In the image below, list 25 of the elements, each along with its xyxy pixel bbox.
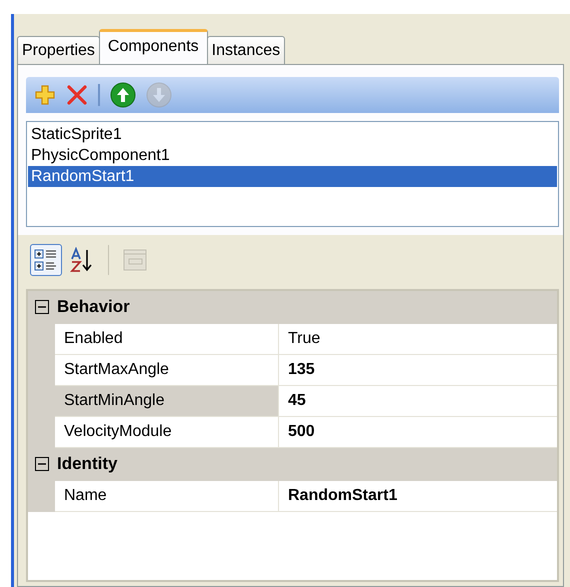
property-name[interactable]: Name (55, 481, 279, 512)
plus-icon (34, 84, 56, 106)
tab[interactable]: Instances (206, 36, 286, 64)
tab[interactable]: Properties (17, 36, 100, 64)
tab[interactable]: Components (98, 29, 208, 64)
move-up-button[interactable] (108, 80, 138, 110)
collapse-icon[interactable] (35, 300, 49, 314)
categorized-button[interactable] (30, 244, 62, 276)
close-icon (66, 84, 88, 106)
category-label: Identity (57, 454, 118, 474)
property-value[interactable]: 45 (279, 386, 557, 417)
property-name[interactable]: StartMinAngle (55, 386, 279, 417)
categorized-icon (33, 247, 59, 273)
property-name[interactable]: Enabled (55, 324, 279, 355)
property-value[interactable]: 135 (279, 355, 557, 386)
list-item[interactable]: StaticSprite1 (28, 124, 557, 145)
list-item[interactable]: RandomStart1 (28, 166, 557, 187)
list-item[interactable]: PhysicComponent1 (28, 145, 557, 166)
category-label: Behavior (57, 297, 130, 317)
property-value[interactable]: True (279, 324, 557, 355)
property-value[interactable]: RandomStart1 (279, 481, 557, 512)
property-pages-icon (122, 247, 148, 273)
property-name[interactable]: VelocityModule (55, 417, 279, 448)
property-name[interactable]: StartMaxAngle (55, 355, 279, 386)
collapse-icon[interactable] (35, 457, 49, 471)
